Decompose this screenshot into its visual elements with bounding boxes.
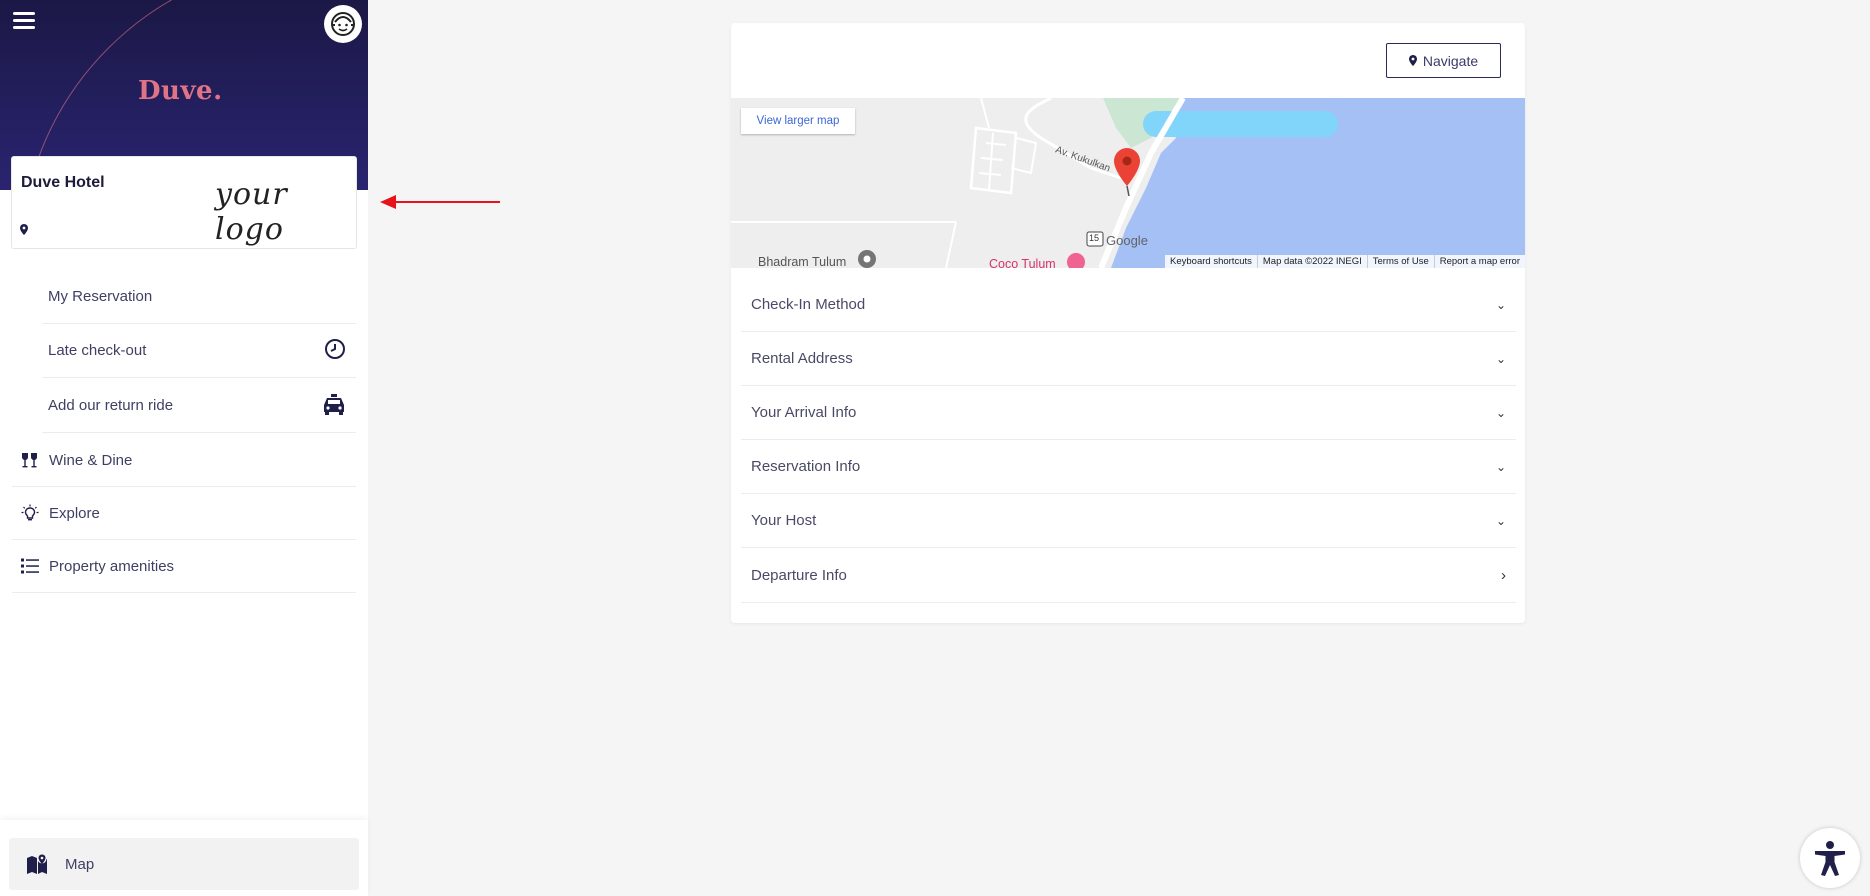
place-label: Bhadram Tulum (758, 255, 847, 268)
map-data-label: Map data ©2022 INEGI (1256, 255, 1367, 268)
sidebar: Duve. Duve Hotel your logo My Reservatio… (0, 0, 368, 896)
section-label: Rental Address (751, 350, 853, 367)
sidebar-item-return-ride[interactable]: Add our return ride (42, 379, 356, 433)
chevron-down-icon: ⌄ (1495, 513, 1506, 528)
sidebar-item-label: Wine & Dine (49, 451, 133, 469)
map-marker-icon (26, 853, 48, 875)
section-label: Your Arrival Info (751, 404, 857, 421)
keyboard-shortcuts-link[interactable]: Keyboard shortcuts (1165, 255, 1257, 268)
taxi-icon (322, 393, 346, 419)
location-pin-icon (1408, 53, 1417, 69)
hotel-name: Duve Hotel (21, 174, 105, 191)
brand-logo: Duve. (138, 76, 223, 106)
hotel-logo: your logo (215, 177, 288, 247)
sidebar-item-label: My Reservation (48, 288, 153, 305)
sidebar-item-my-reservation[interactable]: My Reservation (42, 270, 356, 324)
map-button[interactable]: Map (9, 838, 359, 890)
chevron-down-icon: ⌄ (1495, 297, 1506, 312)
hotel-card: Duve Hotel your logo (11, 156, 357, 249)
accessibility-icon[interactable] (1800, 828, 1860, 888)
report-map-error-link[interactable]: Report a map error (1433, 255, 1525, 268)
wine-glasses-icon (19, 452, 41, 468)
navigate-button[interactable]: Navigate (1386, 43, 1501, 78)
chevron-down-icon: ⌄ (1495, 459, 1506, 474)
view-larger-map-link[interactable]: View larger map (741, 108, 855, 134)
route-number: 15 (1089, 233, 1100, 243)
section-departure-info[interactable]: Departure Info › (741, 549, 1516, 603)
terms-of-use-link[interactable]: Terms of Use (1366, 255, 1434, 268)
sidebar-item-property-amenities[interactable]: Property amenities (12, 540, 356, 593)
navigate-label: Navigate (1422, 52, 1479, 69)
concierge-avatar-icon[interactable] (324, 5, 362, 43)
section-label: Departure Info (751, 567, 847, 584)
sidebar-item-late-checkout[interactable]: Late check-out (42, 324, 356, 378)
place-label: Coco Tulum (989, 257, 1056, 268)
clock-icon (324, 338, 346, 364)
sidebar-item-explore[interactable]: Explore (12, 487, 356, 540)
sidebar-item-wine-dine[interactable]: Wine & Dine (12, 434, 356, 487)
map-button-label: Map (65, 855, 95, 873)
chevron-down-icon: ⌄ (1495, 405, 1506, 420)
embedded-map[interactable]: View larger map Av. Kukulkan Bhadram Tul… (731, 98, 1525, 268)
location-pin-icon[interactable] (20, 222, 28, 240)
chevron-down-icon: ⌄ (1495, 351, 1506, 366)
map-attribution-bar: Keyboard shortcuts Map data ©2022 INEGI … (1165, 255, 1525, 268)
section-label: Reservation Info (751, 458, 861, 475)
google-logo: Google (1106, 233, 1148, 248)
sidebar-item-label: Property amenities (49, 557, 175, 575)
section-check-in-method[interactable]: Check-In Method ⌄ (741, 278, 1516, 332)
reservation-card: Navigate View larger map Av. Kukulkan Bh… (731, 23, 1525, 623)
section-your-host[interactable]: Your Host ⌄ (741, 494, 1516, 548)
hamburger-menu-icon[interactable] (13, 12, 35, 30)
section-rental-address[interactable]: Rental Address ⌄ (741, 332, 1516, 386)
section-reservation-info[interactable]: Reservation Info ⌄ (741, 440, 1516, 494)
lightbulb-icon (19, 504, 41, 522)
sidebar-item-label: Late check-out (48, 342, 147, 359)
sidebar-item-label: Add our return ride (48, 397, 174, 414)
sidebar-item-label: Explore (49, 504, 100, 522)
section-label: Your Host (751, 512, 817, 529)
sidebar-footer: Map (0, 820, 368, 896)
section-label: Check-In Method (751, 296, 866, 313)
list-icon (19, 558, 41, 574)
red-arrow-icon (380, 195, 500, 209)
section-arrival-info[interactable]: Your Arrival Info ⌄ (741, 386, 1516, 440)
chevron-right-icon: › (1501, 567, 1506, 584)
